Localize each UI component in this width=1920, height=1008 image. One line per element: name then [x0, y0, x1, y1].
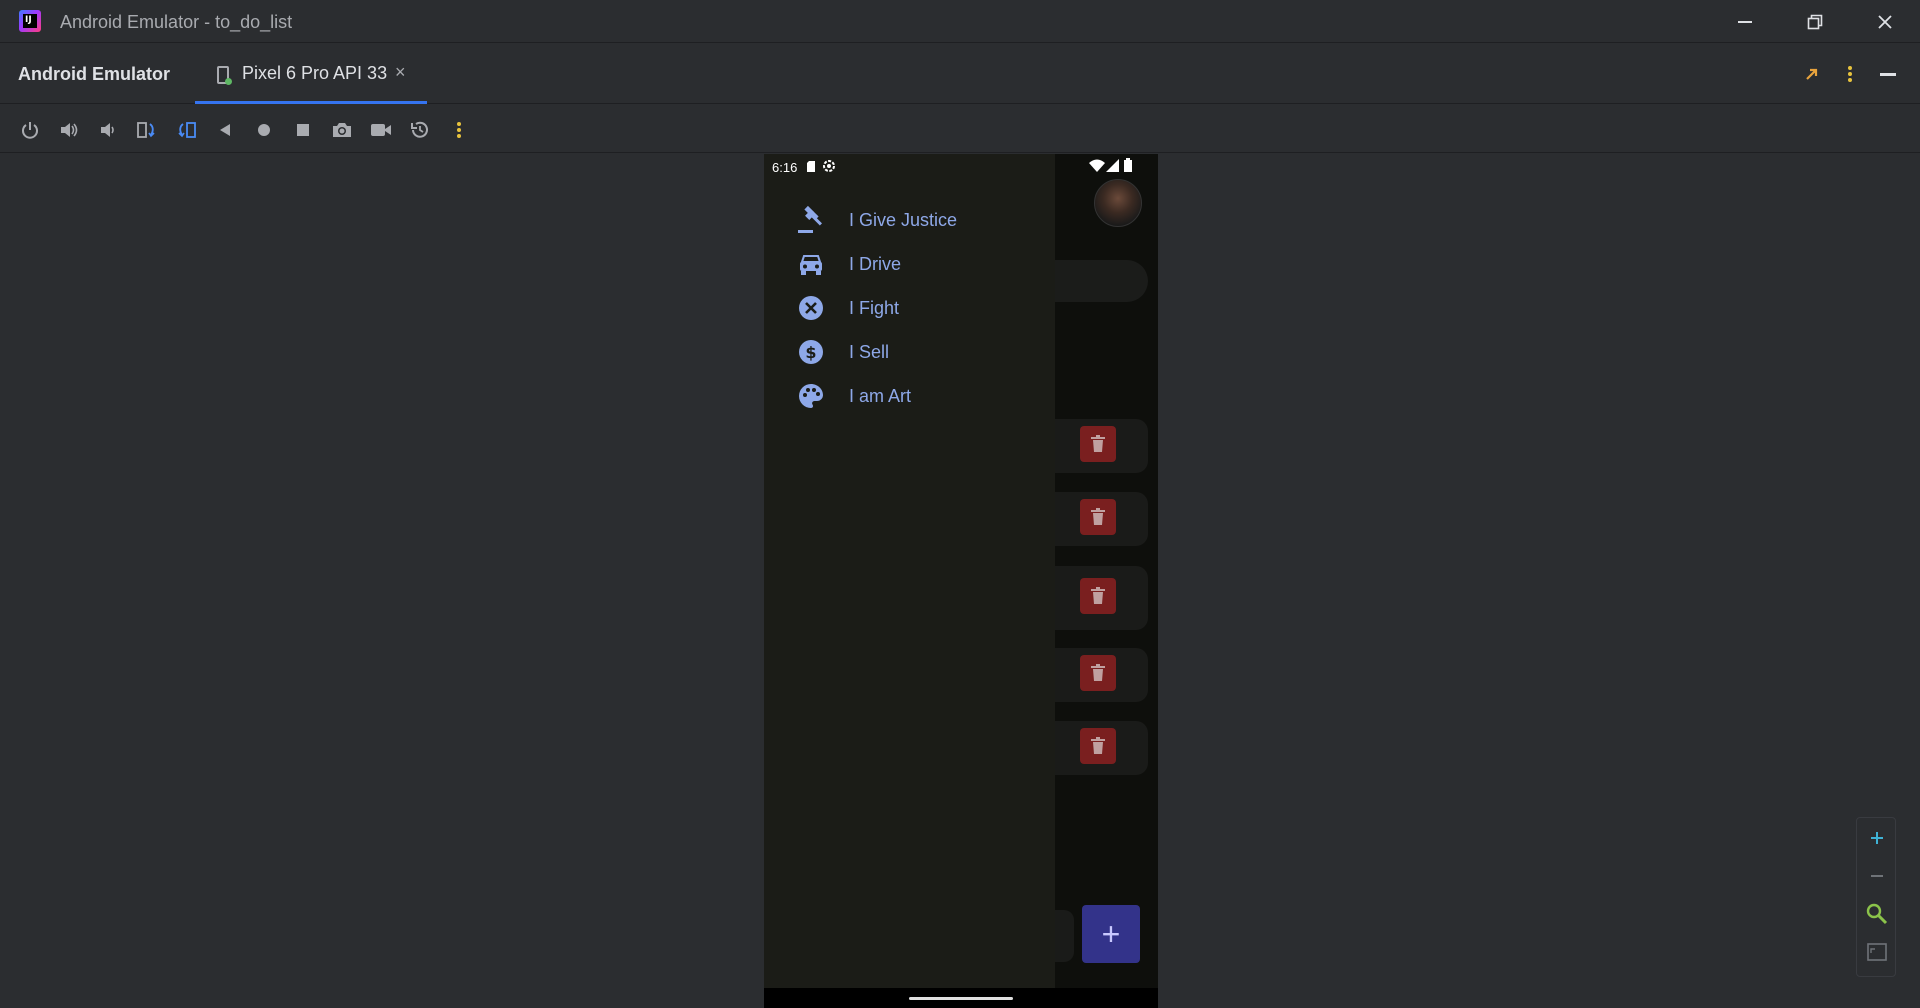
svg-text:$: $ [805, 343, 816, 362]
arrow-up-right-icon [1806, 68, 1818, 80]
zoom-in-button[interactable] [1863, 824, 1891, 852]
restore-button[interactable] [1780, 0, 1850, 43]
close-icon [1878, 14, 1892, 29]
trash-icon [1091, 664, 1105, 681]
gavel-icon [796, 205, 826, 235]
zoom-out-icon [1871, 875, 1883, 877]
trash-icon [1091, 508, 1105, 525]
overview-button[interactable] [290, 117, 316, 143]
restore-icon [1807, 14, 1823, 29]
zoom-fit-button[interactable] [1863, 938, 1891, 966]
drawer-item-label: I Drive [849, 253, 902, 274]
back-icon [220, 124, 230, 136]
home-icon [258, 124, 270, 136]
fit-screen-icon [1867, 943, 1887, 961]
sd-card-icon [807, 161, 815, 172]
device-tab-label: Pixel 6 Pro API 33 [242, 63, 388, 83]
avatar[interactable] [1094, 179, 1142, 227]
drawer-item-sell[interactable]: $ I Sell [764, 330, 1055, 374]
emulator-toolbar [0, 105, 1920, 153]
home-button[interactable] [251, 117, 277, 143]
trash-icon [1091, 587, 1105, 604]
overview-icon [297, 124, 309, 136]
magnifier-icon [1866, 903, 1888, 925]
history-icon [411, 121, 428, 138]
zoom-actual-size-button[interactable] [1863, 900, 1891, 928]
delete-button[interactable] [1080, 578, 1116, 614]
power-icon [22, 122, 38, 139]
volume-up-button[interactable] [56, 117, 82, 143]
palette-icon [796, 381, 826, 411]
delete-button[interactable] [1080, 655, 1116, 691]
drawer-item-label: I Fight [849, 297, 900, 318]
logo-text: IJ [25, 15, 32, 25]
hide-icon [1880, 73, 1896, 76]
home-gesture-handle[interactable] [909, 997, 1013, 1000]
volume-down-icon [101, 123, 114, 137]
screen-record-button[interactable] [368, 117, 394, 143]
battery-icon [1124, 158, 1132, 172]
hide-panel-button[interactable] [1874, 60, 1902, 88]
close-tab-icon[interactable]: × [395, 62, 406, 83]
more-actions-button[interactable] [446, 117, 472, 143]
drawer-item-label: I am Art [849, 385, 912, 406]
rotate-right-icon [178, 122, 196, 138]
tab-device[interactable]: Pixel 6 Pro API 33 × [195, 44, 427, 104]
more-vertical-icon [1848, 66, 1852, 82]
window-title: Android Emulator - to_do_list [60, 12, 293, 32]
options-menu-button[interactable] [1836, 60, 1864, 88]
title-bar: IJ Android Emulator - to_do_list [0, 0, 1920, 43]
zoom-out-button[interactable] [1863, 862, 1891, 890]
camera-icon [333, 123, 351, 137]
status-bar: 6:16 [764, 154, 1158, 180]
drawer-item-justice[interactable]: I Give Justice [764, 198, 1055, 242]
drawer-item-fight[interactable]: I Fight [764, 286, 1055, 330]
volume-down-button[interactable] [95, 117, 121, 143]
device-phone-icon [217, 66, 232, 85]
minimize-button[interactable] [1710, 0, 1780, 43]
add-task-button[interactable]: + [1082, 905, 1140, 963]
dollar-icon: $ [796, 337, 826, 367]
rotate-right-button[interactable] [173, 117, 199, 143]
tool-window-header: Android Emulator Pixel 6 Pro API 33 × [0, 44, 1920, 104]
cancel-icon [796, 293, 826, 323]
wifi-icon [1089, 159, 1105, 172]
trash-icon [1091, 737, 1105, 754]
device-online-dot [225, 78, 232, 85]
screenshot-button[interactable] [329, 117, 355, 143]
device-screen[interactable]: + I Give Justice I Drive I Fight $ I Sel… [764, 154, 1158, 1008]
minimize-icon [1738, 20, 1752, 23]
navigation-drawer: I Give Justice I Drive I Fight $ I Sell … [764, 154, 1055, 988]
power-button[interactable] [17, 117, 43, 143]
active-tab-indicator [195, 101, 427, 104]
drawer-item-art[interactable]: I am Art [764, 374, 1055, 418]
cellular-icon [1106, 159, 1119, 172]
rotate-left-button[interactable] [134, 117, 160, 143]
rotate-left-icon [137, 122, 155, 138]
intellij-logo-icon: IJ [19, 10, 41, 32]
status-time: 6:16 [772, 160, 798, 175]
video-camera-icon [371, 124, 391, 136]
delete-button[interactable] [1080, 499, 1116, 535]
gesture-navigation-bar [764, 988, 1158, 1008]
delete-button[interactable] [1080, 728, 1116, 764]
volume-up-icon [61, 123, 78, 137]
zoom-in-icon [1871, 832, 1883, 844]
settings-icon [823, 160, 835, 172]
back-button[interactable] [212, 117, 238, 143]
close-window-button[interactable] [1850, 0, 1920, 43]
trash-icon [1091, 435, 1105, 452]
more-vertical-icon [457, 122, 461, 138]
tool-window-name: Android Emulator [18, 64, 170, 84]
zoom-controls [1856, 817, 1896, 977]
snapshot-button[interactable] [407, 117, 433, 143]
drawer-item-label: I Give Justice [849, 209, 958, 230]
delete-button[interactable] [1080, 426, 1116, 462]
car-icon [796, 249, 826, 279]
drawer-item-label: I Sell [849, 341, 890, 362]
external-window-button[interactable] [1798, 60, 1826, 88]
drawer-item-drive[interactable]: I Drive [764, 242, 1055, 286]
